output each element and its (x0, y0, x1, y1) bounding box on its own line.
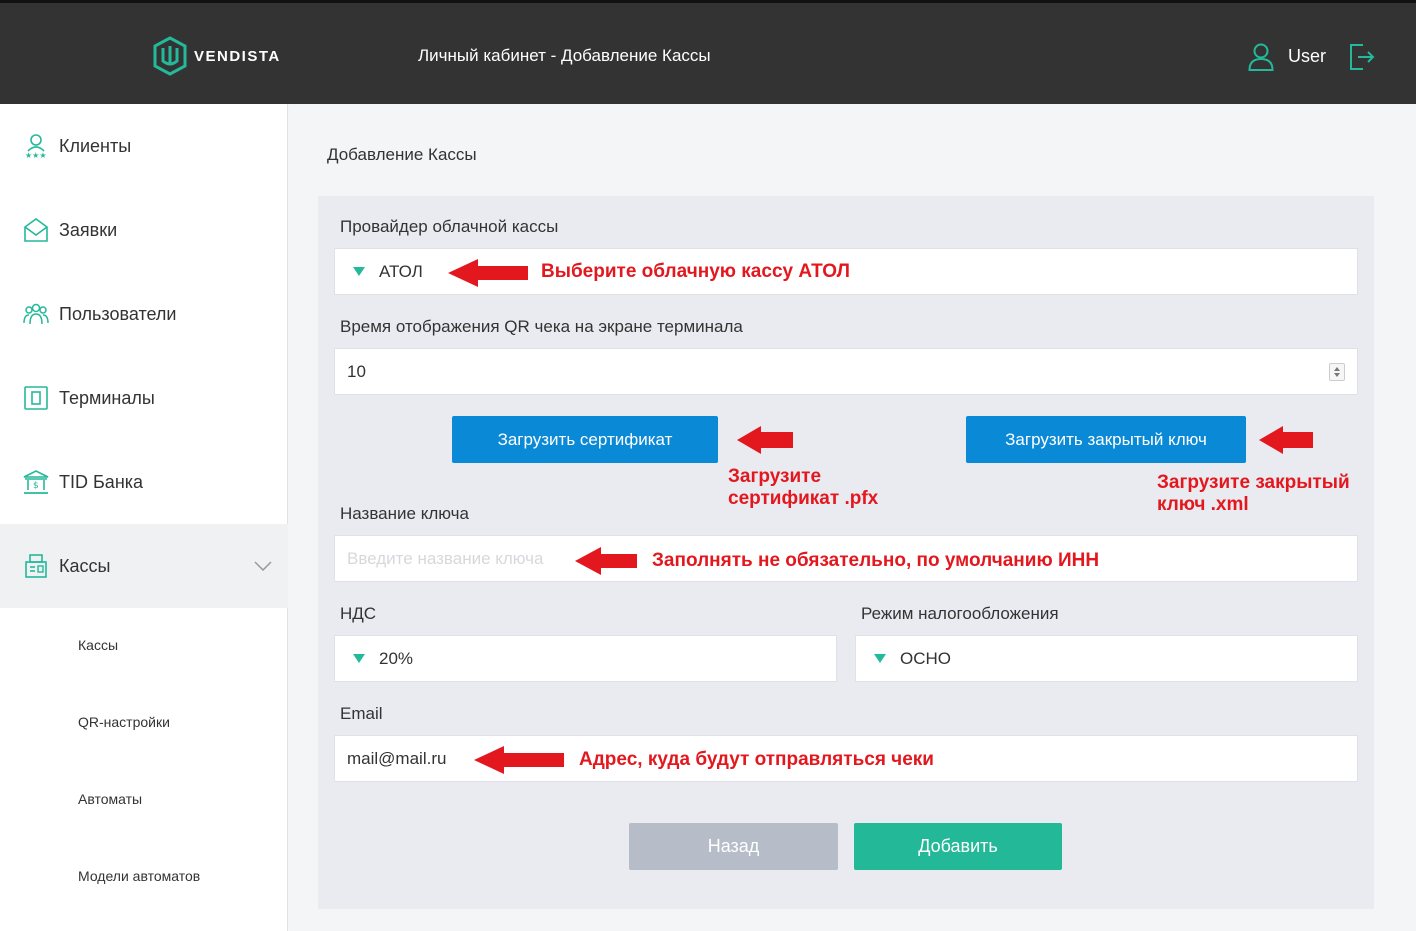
number-stepper[interactable] (1329, 363, 1345, 381)
annotation-arrow-icon (448, 259, 528, 287)
key-name-label: Название ключа (340, 504, 469, 523)
submenu-item-cashboxes[interactable]: Кассы (78, 637, 118, 653)
back-button[interactable]: Назад (629, 823, 838, 870)
annotation-arrow-icon (575, 547, 637, 575)
add-button[interactable]: Добавить (854, 823, 1062, 870)
qr-time-input[interactable]: 10 (334, 348, 1358, 395)
svg-text:★★★: ★★★ (25, 151, 47, 159)
vat-select[interactable]: 20% (334, 635, 837, 682)
private-key-annotation-line2: ключ .xml (1157, 494, 1249, 515)
sidebar-item-requests[interactable]: Заявки (0, 188, 288, 272)
sidebar-item-label: Кассы (59, 555, 111, 576)
annotation-arrow-icon (474, 746, 564, 774)
certificate-annotation: Загрузите сертификат .pfx (728, 466, 878, 510)
sidebar-item-clients[interactable]: ★★★ Клиенты (0, 104, 288, 188)
sidebar-item-label: TID Банка (59, 471, 144, 492)
tax-mode-label: Режим налогообложения (861, 604, 1059, 623)
provider-annotation: Выберите облачную кассу АТОЛ (541, 261, 850, 282)
private-key-annotation: Загрузите закрытый ключ .xml (1157, 472, 1350, 516)
submenu-item-machine-models[interactable]: Модели автоматов (78, 868, 200, 884)
sidebar: ★★★ Клиенты Заявки Пользователи Терминал… (0, 104, 288, 931)
qr-time-value: 10 (347, 361, 366, 381)
provider-value: АТОЛ (379, 261, 423, 281)
sidebar-item-label: Клиенты (59, 135, 132, 156)
qr-time-label: Время отображения QR чека на экране терм… (340, 317, 743, 336)
sidebar-item-users[interactable]: Пользователи (0, 272, 288, 356)
user-icon[interactable] (1248, 43, 1274, 71)
certificate-annotation-line2: сертификат .pfx (728, 488, 879, 509)
svg-text:$: $ (33, 481, 39, 491)
sidebar-item-label: Заявки (59, 219, 118, 240)
vat-value: 20% (379, 648, 414, 668)
key-name-annotation: Заполнять не обязательно, по умолчанию И… (652, 550, 1100, 571)
submenu-item-vending-machines[interactable]: Автоматы (78, 791, 142, 807)
caret-down-icon (874, 654, 886, 663)
submenu-item-qr-settings[interactable]: QR-настройки (78, 714, 170, 730)
key-name-placeholder: Введите название ключа (347, 548, 544, 568)
requests-icon (24, 218, 48, 242)
email-value: mail@mail.ru (347, 748, 447, 768)
user-name[interactable]: User (1288, 46, 1326, 67)
logo[interactable]: VENDISTA (152, 36, 281, 76)
sidebar-item-cashboxes[interactable]: Кассы (0, 524, 288, 608)
logout-icon[interactable] (1348, 43, 1376, 71)
bank-icon: $ (23, 470, 49, 494)
top-bar: VENDISTA Личный кабинет - Добавление Кас… (0, 0, 1416, 104)
users-icon (23, 303, 49, 325)
tax-mode-select[interactable]: ОСНО (855, 635, 1358, 682)
sidebar-item-terminals[interactable]: Терминалы (0, 356, 288, 440)
page-heading: Добавление Кассы (327, 145, 477, 164)
email-annotation: Адрес, куда будут отправляться чеки (579, 749, 934, 770)
logo-text: VENDISTA (194, 47, 281, 65)
clients-icon: ★★★ (25, 134, 47, 159)
caret-down-icon (353, 654, 365, 663)
tax-mode-value: ОСНО (900, 648, 951, 668)
chevron-down-icon[interactable] (254, 561, 272, 571)
annotation-arrow-icon (737, 426, 793, 454)
email-label: Email (340, 704, 383, 723)
terminal-icon (24, 386, 48, 410)
sidebar-item-label: Терминалы (59, 387, 155, 408)
sidebar-item-bank-tid[interactable]: $ TID Банка (0, 440, 288, 524)
cashbox-icon (25, 554, 47, 578)
private-key-annotation-line1: Загрузите закрытый (1157, 472, 1350, 493)
page-title: Личный кабинет - Добавление Кассы (418, 46, 711, 65)
provider-label: Провайдер облачной кассы (340, 217, 559, 236)
certificate-annotation-line1: Загрузите (728, 466, 822, 487)
vat-label: НДС (340, 604, 377, 623)
upload-private-key-button[interactable]: Загрузить закрытый ключ (966, 416, 1246, 463)
caret-down-icon (353, 267, 365, 276)
annotation-arrow-icon (1259, 426, 1313, 454)
sidebar-item-label: Пользователи (59, 303, 177, 324)
upload-certificate-button[interactable]: Загрузить сертификат (452, 416, 718, 463)
vendista-logo-icon (153, 36, 187, 76)
